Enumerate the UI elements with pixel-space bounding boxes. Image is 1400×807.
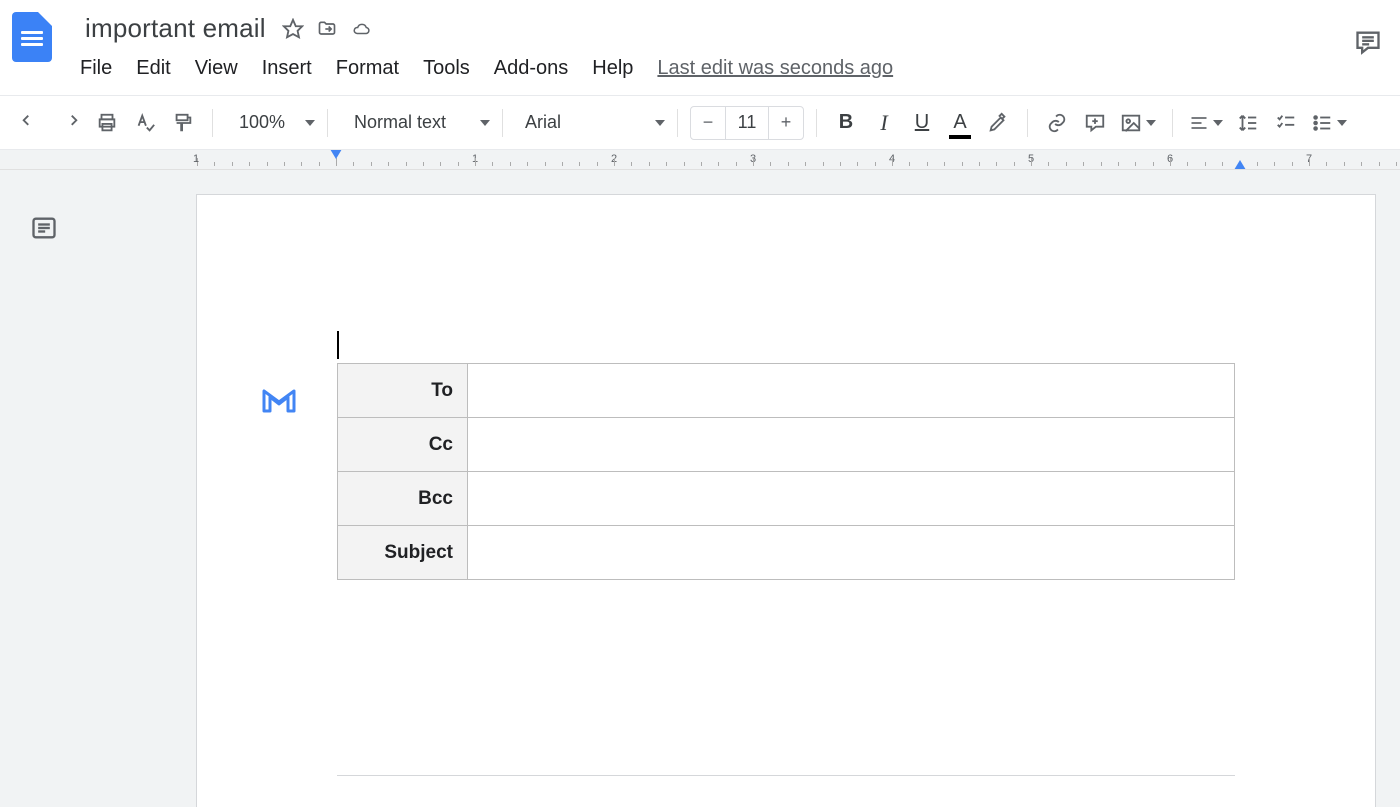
checklist-button[interactable] [1269, 105, 1303, 141]
footer-separator [337, 775, 1235, 776]
star-icon[interactable] [281, 17, 305, 41]
insert-image-button[interactable] [1116, 105, 1160, 141]
app-header: important email File Edit View Insert Fo… [0, 0, 1400, 95]
menu-addons[interactable]: Add-ons [494, 57, 569, 80]
table-row: Bcc [338, 472, 1235, 526]
email-cc-field[interactable] [468, 418, 1235, 472]
chevron-down-icon [305, 120, 315, 126]
redo-button[interactable] [52, 105, 86, 141]
font-family-select[interactable]: Arial [515, 105, 665, 141]
right-indent-marker[interactable] [1234, 160, 1246, 170]
email-draft-table[interactable]: ToCcBccSubject [337, 363, 1235, 580]
underline-button[interactable]: U [905, 105, 939, 141]
menu-edit[interactable]: Edit [136, 57, 170, 80]
docs-app-icon[interactable] [12, 12, 52, 62]
menu-tools[interactable]: Tools [423, 57, 470, 80]
document-page[interactable]: ToCcBccSubject [196, 194, 1376, 807]
font-size-increase-button[interactable]: + [769, 107, 803, 139]
zoom-value: 100% [239, 112, 285, 133]
email-subject-label: Subject [338, 526, 468, 580]
undo-button[interactable] [14, 105, 48, 141]
chevron-down-icon [1337, 120, 1347, 126]
table-row: Cc [338, 418, 1235, 472]
gmail-icon [261, 387, 297, 420]
print-button[interactable] [90, 105, 124, 141]
email-subject-field[interactable] [468, 526, 1235, 580]
paragraph-style-select[interactable]: Normal text [340, 105, 490, 141]
zoom-select[interactable]: 100% [225, 105, 315, 141]
horizontal-ruler[interactable]: 12345671 [0, 150, 1400, 170]
line-spacing-button[interactable] [1231, 105, 1265, 141]
toolbar: 100% Normal text Arial − 11 + B I U A [0, 95, 1400, 150]
document-outline-icon[interactable] [30, 214, 60, 244]
cloud-status-icon[interactable] [349, 17, 373, 41]
page-body[interactable]: ToCcBccSubject [337, 333, 1235, 580]
bold-button[interactable]: B [829, 105, 863, 141]
paragraph-style-value: Normal text [354, 112, 446, 133]
menu-insert[interactable]: Insert [262, 57, 312, 80]
editor-canvas: ToCcBccSubject [0, 170, 1400, 807]
document-title-input[interactable]: important email [80, 10, 271, 47]
font-size-decrease-button[interactable]: − [691, 107, 725, 139]
left-indent-marker[interactable] [330, 150, 342, 159]
last-edit-status[interactable]: Last edit was seconds ago [657, 57, 893, 80]
email-to-label: To [338, 364, 468, 418]
paint-format-button[interactable] [166, 105, 200, 141]
align-button[interactable] [1185, 105, 1227, 141]
chevron-down-icon [1146, 120, 1156, 126]
add-comment-button[interactable] [1078, 105, 1112, 141]
email-bcc-field[interactable] [468, 472, 1235, 526]
chevron-down-icon [1213, 120, 1223, 126]
font-family-value: Arial [525, 112, 561, 133]
font-size-value[interactable]: 11 [725, 107, 769, 139]
menu-file[interactable]: File [80, 57, 112, 80]
chevron-down-icon [480, 120, 490, 126]
menu-view[interactable]: View [195, 57, 238, 80]
spellcheck-button[interactable] [128, 105, 162, 141]
table-row: To [338, 364, 1235, 418]
email-cc-label: Cc [338, 418, 468, 472]
text-cursor [337, 331, 339, 359]
menu-bar: File Edit View Insert Format Tools Add-o… [80, 57, 1388, 80]
insert-link-button[interactable] [1040, 105, 1074, 141]
menu-help[interactable]: Help [592, 57, 633, 80]
move-to-folder-icon[interactable] [315, 17, 339, 41]
text-color-button[interactable]: A [943, 105, 977, 141]
chevron-down-icon [655, 120, 665, 126]
bulleted-list-button[interactable] [1307, 105, 1351, 141]
ruler-number: 1 [193, 153, 199, 165]
open-comments-icon[interactable] [1354, 28, 1382, 61]
font-size-stepper: − 11 + [690, 106, 804, 140]
email-to-field[interactable] [468, 364, 1235, 418]
menu-format[interactable]: Format [336, 57, 399, 80]
email-bcc-label: Bcc [338, 472, 468, 526]
italic-button[interactable]: I [867, 105, 901, 141]
highlight-color-button[interactable] [981, 105, 1015, 141]
table-row: Subject [338, 526, 1235, 580]
